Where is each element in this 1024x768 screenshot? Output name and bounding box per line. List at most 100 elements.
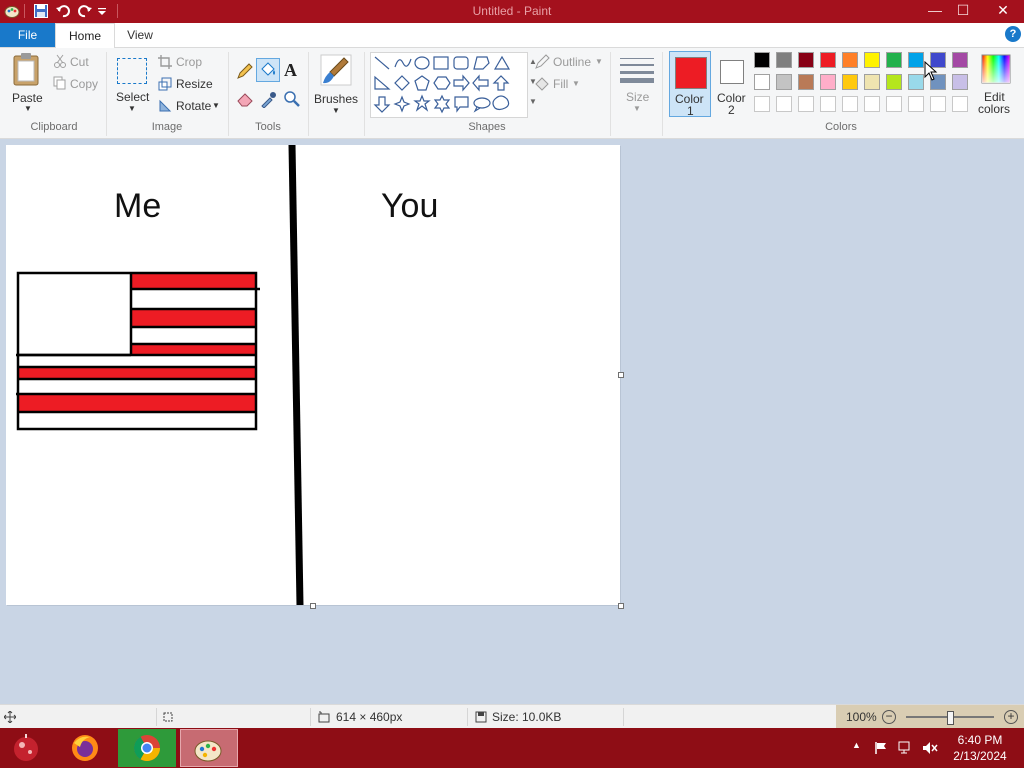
resize-icon <box>158 77 172 91</box>
status-divider <box>623 708 624 726</box>
size-dropdown-icon[interactable]: ▼ <box>633 104 641 113</box>
start-button-icon[interactable] <box>8 732 44 764</box>
rotate-dropdown-icon[interactable]: ▼ <box>212 101 220 110</box>
size-button[interactable]: Size ▼ <box>616 52 658 116</box>
shapes-icons[interactable] <box>371 53 527 117</box>
minimize-button[interactable]: — <box>920 0 950 23</box>
palette-swatch[interactable] <box>864 74 880 90</box>
palette-swatch[interactable] <box>798 52 814 68</box>
palette-swatch[interactable] <box>798 74 814 90</box>
file-size: Size: 10.0KB <box>492 710 562 724</box>
volume-muted-icon[interactable] <box>922 741 938 755</box>
paste-button[interactable]: Paste ▼ <box>4 50 48 116</box>
edit-colors-button[interactable]: Edit colors <box>976 52 1016 116</box>
palette-swatch[interactable] <box>864 96 880 112</box>
color2-button[interactable]: Color 2 <box>712 51 752 117</box>
palette-swatch[interactable] <box>820 74 836 90</box>
zoom-out-button[interactable]: − <box>882 710 896 724</box>
canvas-resize-handle-right[interactable] <box>618 372 624 378</box>
size-lines-icon <box>620 58 654 83</box>
magnifier-icon[interactable] <box>283 90 301 108</box>
fill-dropdown-icon[interactable]: ▼ <box>572 79 580 88</box>
maximize-button[interactable]: ☐ <box>948 0 978 23</box>
palette-swatch[interactable] <box>776 52 792 68</box>
taskbar-firefox[interactable] <box>56 729 114 767</box>
palette-swatch[interactable] <box>842 74 858 90</box>
palette-swatch[interactable] <box>886 96 902 112</box>
select-button[interactable]: Select ▼ <box>112 52 152 116</box>
palette-swatch[interactable] <box>886 74 902 90</box>
palette-swatch[interactable] <box>842 96 858 112</box>
brushes-dropdown-icon[interactable]: ▼ <box>332 106 340 115</box>
text-tool-icon[interactable]: A <box>284 60 297 81</box>
palette-swatch[interactable] <box>930 96 946 112</box>
rotate-button[interactable]: Rotate <box>176 99 211 113</box>
taskbar-paint[interactable] <box>180 729 238 767</box>
color1-swatch <box>675 57 707 89</box>
taskbar-chrome[interactable] <box>118 729 176 767</box>
help-icon[interactable]: ? <box>1005 26 1021 42</box>
flag-drawing <box>16 271 260 431</box>
outline-icon <box>535 54 550 69</box>
palette-swatch[interactable] <box>820 52 836 68</box>
palette-swatch[interactable] <box>842 52 858 68</box>
close-button[interactable]: ✕ <box>982 0 1024 23</box>
tab-home[interactable]: Home <box>55 23 115 49</box>
select-dropdown-icon[interactable]: ▼ <box>128 104 136 113</box>
zoom-in-button[interactable]: + <box>1004 710 1018 724</box>
palette-swatch[interactable] <box>952 96 968 112</box>
tab-view[interactable]: View <box>118 23 162 47</box>
crop-icon <box>158 55 172 69</box>
zoom-slider-thumb[interactable] <box>947 711 954 725</box>
outline-button[interactable]: Outline <box>553 55 591 69</box>
brushes-button[interactable]: Brushes ▼ <box>312 52 360 118</box>
color-picker-icon[interactable] <box>260 90 278 108</box>
palette-swatch[interactable] <box>952 74 968 90</box>
network-icon[interactable] <box>898 741 914 755</box>
edit-colors-label-2: colors <box>978 102 1011 116</box>
resize-button[interactable]: Resize <box>176 77 213 91</box>
palette-swatch[interactable] <box>754 74 770 90</box>
group-divider <box>106 52 107 136</box>
shapes-gallery <box>370 52 528 118</box>
palette-swatch[interactable] <box>754 96 770 112</box>
color2-swatch <box>720 60 744 84</box>
paste-dropdown-icon[interactable]: ▼ <box>24 104 32 113</box>
clock[interactable]: 6:40 PM 2/13/2024 <box>948 732 1012 764</box>
canvas-resize-handle-corner[interactable] <box>618 603 624 609</box>
selection-size-icon <box>163 712 173 722</box>
palette-swatch[interactable] <box>908 74 924 90</box>
outline-dropdown-icon[interactable]: ▼ <box>595 57 603 66</box>
rotate-icon <box>159 99 172 112</box>
fill-button[interactable]: Fill <box>553 77 568 91</box>
palette-swatch[interactable] <box>908 52 924 68</box>
palette-swatch[interactable] <box>820 96 836 112</box>
palette-swatch[interactable] <box>776 74 792 90</box>
tray-overflow-icon[interactable]: ▲ <box>852 740 861 750</box>
palette-swatch[interactable] <box>864 52 880 68</box>
flag-stripe <box>131 310 256 326</box>
canvas-resize-handle-bottom[interactable] <box>310 603 316 609</box>
tab-file[interactable]: File <box>0 23 55 47</box>
palette-swatch[interactable] <box>798 96 814 112</box>
crop-button[interactable]: Crop <box>176 55 202 69</box>
window-title: Untitled - Paint <box>472 4 552 18</box>
palette-swatch[interactable] <box>952 52 968 68</box>
select-label: Select <box>116 90 150 104</box>
canvas-size-icon <box>318 711 330 723</box>
fill-tool-button[interactable] <box>256 58 280 82</box>
palette-swatch[interactable] <box>908 96 924 112</box>
cut-button[interactable]: Cut <box>70 55 89 69</box>
palette-swatch[interactable] <box>754 52 770 68</box>
action-center-flag-icon[interactable] <box>874 741 888 755</box>
eraser-icon[interactable] <box>236 90 254 108</box>
copy-button[interactable]: Copy <box>70 77 98 91</box>
color1-number: 1 <box>687 104 694 118</box>
group-divider <box>364 52 365 136</box>
clock-date: 2/13/2024 <box>953 749 1007 763</box>
palette-swatch[interactable] <box>886 52 902 68</box>
palette-swatch[interactable] <box>776 96 792 112</box>
pencil-icon[interactable] <box>236 62 254 80</box>
drawing-canvas[interactable]: Me You <box>6 145 620 605</box>
color1-button[interactable]: Color 1 <box>669 51 711 118</box>
